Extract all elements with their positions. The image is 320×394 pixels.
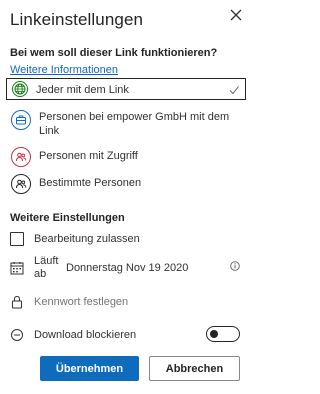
dialog-title: Linkeinstellungen — [10, 10, 144, 29]
block-icon — [11, 329, 23, 341]
option-people-in-org[interactable]: Personen bei empower GmbH mit dem Link — [6, 106, 246, 140]
expiry-date-picker[interactable]: Donnerstag Nov 19 2020 — [66, 262, 188, 274]
audience-question: Bei wem soll dieser Link funktionieren? — [10, 47, 218, 59]
expiry-label: Läuft ab — [34, 255, 59, 280]
globe-icon — [12, 81, 28, 97]
password-row — [10, 294, 246, 310]
more-info-link[interactable]: Weitere Informationen — [10, 64, 118, 76]
apply-button[interactable]: Übernehmen — [40, 356, 139, 381]
people-icon — [11, 147, 31, 167]
expiry-row[interactable]: Läuft ab Donnerstag Nov 19 2020 — [10, 254, 246, 282]
more-settings-title: Weitere Einstellungen — [10, 212, 125, 224]
briefcase-icon — [11, 110, 31, 130]
info-icon[interactable] — [230, 261, 240, 271]
checkmark-icon — [229, 86, 239, 95]
option-label: Personen bei empower GmbH mit dem Link — [39, 111, 230, 137]
option-specific-people[interactable]: Bestimmte Personen — [6, 170, 246, 194]
allow-edit-checkbox[interactable] — [10, 232, 24, 246]
cancel-button[interactable]: Abbrechen — [149, 356, 240, 381]
allow-edit-label: Bearbeitung zulassen — [34, 233, 140, 245]
block-download-toggle[interactable] — [206, 326, 240, 342]
toggle-knob — [210, 330, 218, 338]
option-label: Jeder mit dem Link — [36, 84, 129, 96]
calendar-icon — [10, 262, 24, 275]
person-icon — [11, 174, 31, 194]
block-download-label: Download blockieren — [34, 329, 137, 341]
close-icon[interactable] — [229, 8, 243, 22]
password-input[interactable] — [34, 296, 234, 308]
option-label: Personen mit Zugriff — [39, 150, 138, 162]
option-people-with-access[interactable]: Personen mit Zugriff — [6, 143, 246, 167]
allow-edit-row[interactable]: Bearbeitung zulassen — [10, 231, 246, 247]
lock-icon — [12, 295, 22, 309]
option-label: Bestimmte Personen — [39, 177, 142, 189]
option-anyone-with-link[interactable]: Jeder mit dem Link — [6, 78, 246, 100]
